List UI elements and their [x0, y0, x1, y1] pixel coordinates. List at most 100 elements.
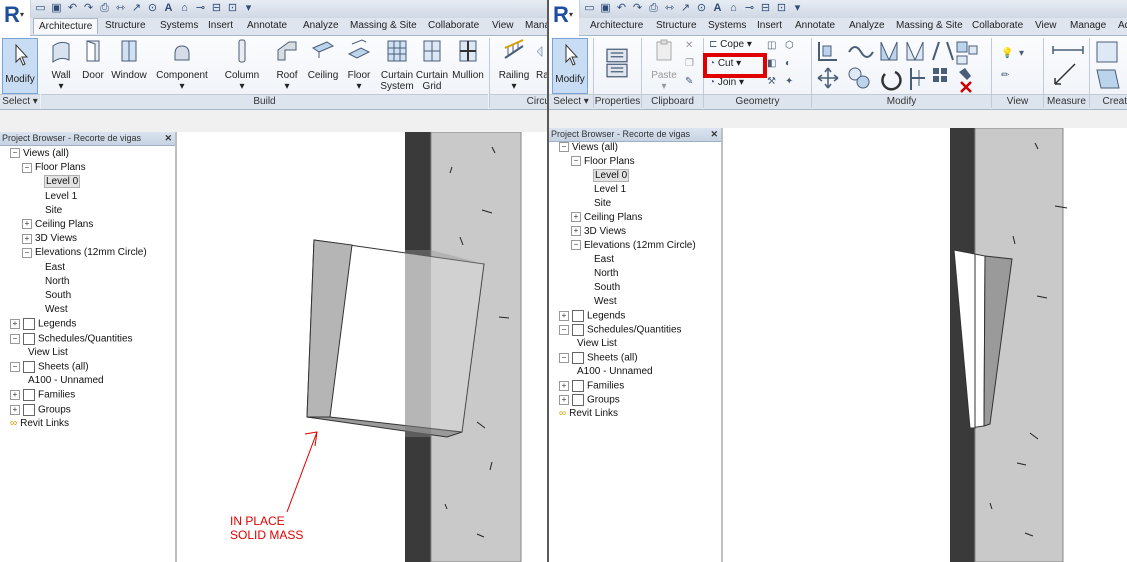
expand-icon[interactable]: + [10, 390, 20, 401]
collapse-icon[interactable]: − [10, 148, 20, 159]
tree-item[interactable]: − Sheets (all) [10, 361, 89, 373]
tab-massing-site[interactable]: Massing & Site [896, 20, 963, 31]
floor-button[interactable]: Floor ▾ [344, 38, 374, 92]
dimension-icon[interactable]: ↗ [130, 2, 143, 15]
wall-button[interactable]: Wall ▾ [44, 38, 78, 92]
tree-item[interactable]: Level 0 [592, 169, 630, 182]
save-icon[interactable]: ▣ [599, 2, 612, 15]
hide-icon[interactable]: 💡 [1001, 48, 1015, 62]
text-icon[interactable]: A [711, 2, 724, 15]
remove-paint-icon[interactable]: ◐ [785, 58, 799, 72]
component-button[interactable]: Component ▾ [154, 38, 210, 92]
tree-item[interactable]: +3D Views [22, 233, 77, 244]
window-button[interactable]: Window [110, 38, 148, 81]
thin-lines-icon[interactable]: ⊟ [210, 2, 223, 15]
application-menu-button[interactable]: R ▾ [549, 0, 580, 36]
match-properties-icon[interactable]: ✎ [685, 76, 699, 90]
redo-icon[interactable]: ↷ [82, 2, 95, 15]
tab-architecture[interactable]: Architecture [33, 18, 99, 34]
tree-item[interactable]: +3D Views [571, 226, 626, 237]
tree-item[interactable]: A100 - Unnamed [28, 375, 104, 386]
measure-icon[interactable]: ⇿ [663, 2, 676, 15]
tree-item[interactable]: Level 0 [43, 175, 81, 189]
tab-annotate[interactable]: Annotate [247, 20, 287, 31]
tree-item[interactable]: Level 1 [594, 184, 626, 195]
delete-icon[interactable] [960, 81, 972, 93]
3d-view-icon[interactable]: ⌂ [178, 2, 191, 15]
copy-elements-icon[interactable] [848, 67, 870, 89]
tree-item[interactable]: Site [45, 205, 62, 216]
tree-item[interactable]: + Ceiling Plans [571, 212, 642, 223]
wall-joins-icon[interactable]: ⬡ [785, 40, 799, 54]
split-face-icon[interactable]: ◫ [767, 40, 781, 54]
tree-item[interactable]: − Floor Plans [22, 162, 86, 173]
tree-item[interactable]: North [594, 268, 618, 279]
tab-systems[interactable]: Systems [160, 20, 198, 31]
application-menu-button[interactable]: R ▾ [0, 0, 31, 36]
unjoin-icon[interactable]: ✦ [785, 76, 799, 90]
tree-item[interactable]: South [45, 290, 71, 301]
tree-item[interactable]: + Ceiling Plans [22, 219, 93, 230]
align-icon[interactable] [818, 42, 837, 61]
move-icon[interactable] [817, 67, 839, 89]
tab-systems[interactable]: Systems [708, 20, 746, 31]
tree-item[interactable]: East [45, 262, 65, 273]
switch-windows-icon[interactable]: ▾ [791, 2, 804, 15]
collapse-icon[interactable]: − [571, 156, 581, 167]
override-icon[interactable]: ▾ [1019, 48, 1033, 62]
modify-button[interactable]: Modify [2, 38, 38, 94]
undo-icon[interactable]: ↶ [66, 2, 79, 15]
tree-item[interactable]: View List [577, 338, 617, 349]
tree-item[interactable]: + Families [10, 389, 75, 402]
tab-massing-site[interactable]: Massing & Site [350, 20, 417, 31]
save-icon[interactable]: ▣ [50, 2, 63, 15]
tab-insert[interactable]: Insert [757, 20, 782, 31]
create-assembly-icon[interactable] [1096, 41, 1118, 63]
section-icon[interactable]: ⊸ [743, 2, 756, 15]
copy-icon[interactable]: ❐ [685, 58, 699, 72]
open-icon[interactable]: ▭ [583, 2, 596, 15]
tab-analyze[interactable]: Analyze [303, 20, 339, 31]
tree-item[interactable]: − Floor Plans [571, 156, 635, 167]
tab-collaborate[interactable]: Collaborate [972, 20, 1023, 31]
collapse-icon[interactable]: − [559, 325, 569, 335]
aligned-dimension-icon[interactable] [1054, 63, 1076, 85]
expand-icon[interactable]: + [571, 212, 581, 223]
trim-extend-icon[interactable] [910, 68, 925, 90]
close-hidden-icon[interactable]: ⊡ [226, 2, 239, 15]
paste-button[interactable]: Paste ▾ [649, 38, 679, 92]
tag-icon[interactable]: ⊙ [695, 2, 708, 15]
thin-lines-icon[interactable]: ⊟ [759, 2, 772, 15]
section-icon[interactable]: ⊸ [194, 2, 207, 15]
mullion-button[interactable]: Mullion [450, 38, 486, 81]
switch-windows-icon[interactable]: ▾ [242, 2, 255, 15]
tree-item[interactable]: − Schedules/Quantities [10, 332, 133, 345]
print-icon[interactable]: ⎙ [98, 2, 111, 15]
ramp-button[interactable]: Ra [536, 38, 547, 81]
split-icon[interactable] [932, 41, 954, 61]
undo-icon[interactable]: ↶ [615, 2, 628, 15]
measure-distance-icon[interactable] [1052, 46, 1084, 54]
measure-icon[interactable]: ⇿ [114, 2, 127, 15]
expand-icon[interactable]: + [10, 319, 20, 330]
ceiling-button[interactable]: Ceiling [306, 38, 340, 81]
curtain-system-button[interactable]: Curtain System [378, 38, 416, 92]
expand-icon[interactable]: + [10, 404, 20, 415]
tab-manage[interactable]: Manage [1070, 20, 1106, 31]
linework-icon[interactable]: ✏ [1001, 70, 1015, 84]
tree-item[interactable]: − Elevations (12mm Circle) [22, 247, 147, 258]
collapse-icon[interactable]: − [22, 162, 32, 173]
cope-button[interactable]: ⊏ Cope ▾ [709, 39, 771, 50]
collapse-icon[interactable]: − [22, 247, 32, 258]
tree-item[interactable]: − Schedules/Quantities [559, 324, 682, 336]
tree-item[interactable]: West [45, 304, 68, 315]
expand-icon[interactable]: + [559, 395, 569, 405]
collapse-icon[interactable]: − [10, 333, 20, 344]
tree-item[interactable]: − Elevations (12mm Circle) [571, 240, 696, 251]
rotate-icon[interactable] [881, 70, 902, 91]
text-icon[interactable]: A [162, 2, 175, 15]
tab-analyze[interactable]: Analyze [849, 20, 885, 31]
tag-icon[interactable]: ⊙ [146, 2, 159, 15]
scale-icon[interactable] [956, 41, 978, 55]
mirror-draw-icon[interactable] [906, 41, 924, 61]
